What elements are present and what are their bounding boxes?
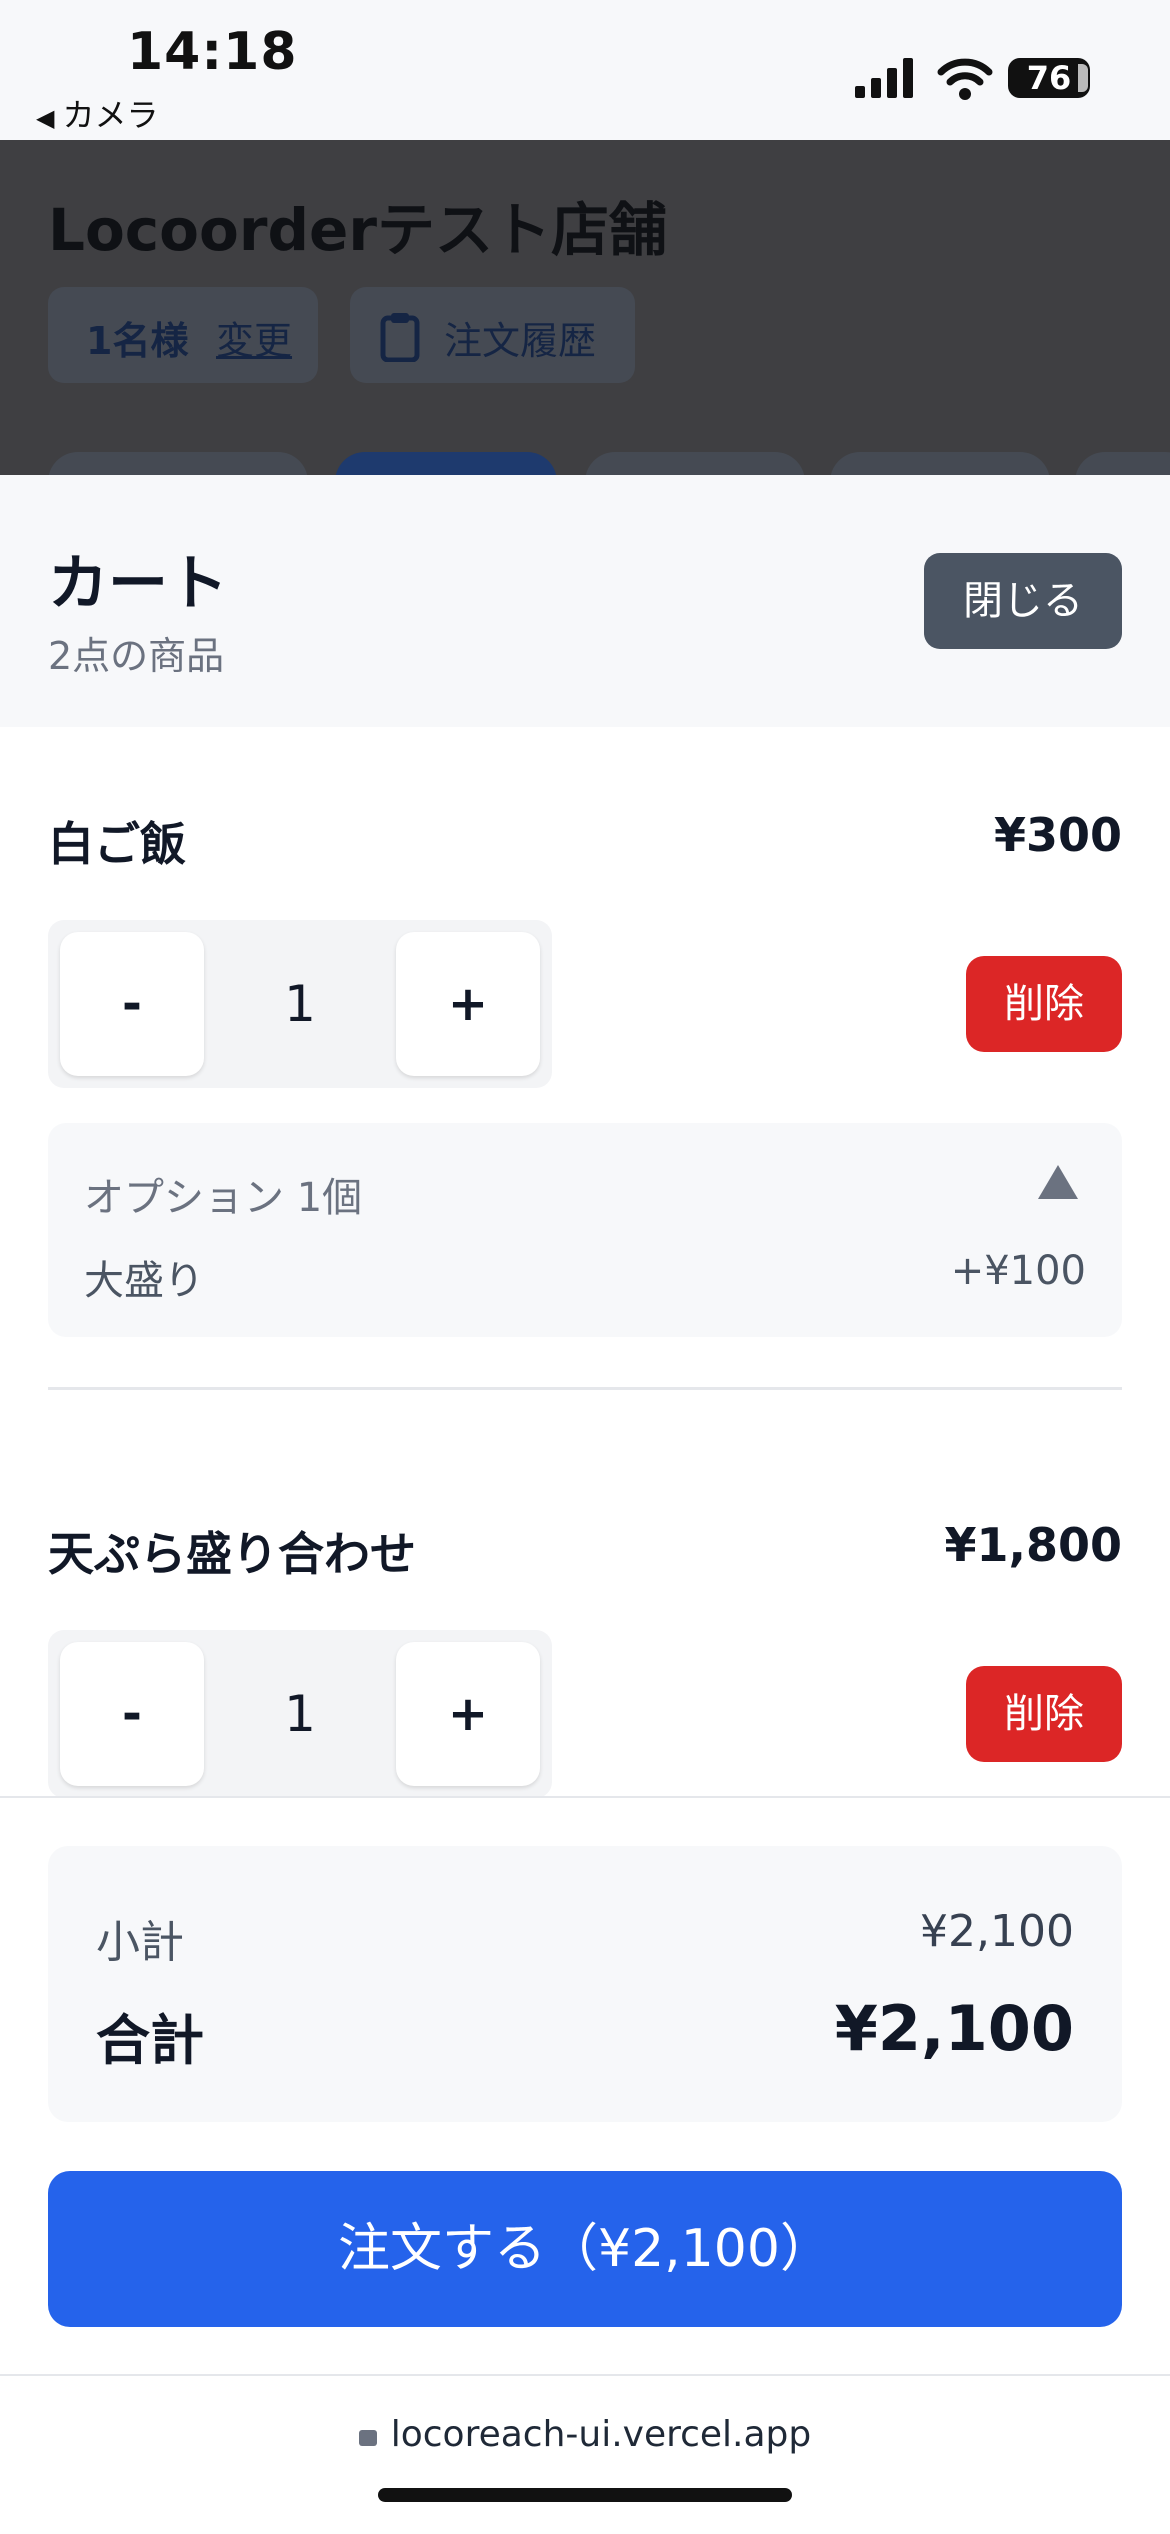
place-order-button[interactable]: 注文する（¥2,100） xyxy=(48,2171,1122,2327)
total-value: ¥2,100 xyxy=(834,1992,1074,2065)
option-price: +¥100 xyxy=(950,1248,1086,1294)
back-label: カメラ xyxy=(62,96,159,134)
subtotal-value: ¥2,100 xyxy=(920,1906,1074,1957)
wifi-icon xyxy=(937,58,993,100)
quantity-stepper: - 1 + xyxy=(48,1630,552,1798)
cart-item-price: ¥300 xyxy=(993,808,1122,862)
delete-button[interactable]: 削除 xyxy=(966,1666,1122,1762)
url-text: locoreach-ui.vercel.app xyxy=(390,2414,812,2455)
battery-cap xyxy=(1078,64,1088,92)
decrement-button[interactable]: - xyxy=(60,1642,204,1786)
category-tab[interactable] xyxy=(1075,452,1170,475)
quantity-value: 1 xyxy=(284,975,316,1033)
increment-button[interactable]: + xyxy=(396,932,540,1076)
category-tab[interactable] xyxy=(585,452,805,475)
category-tab[interactable] xyxy=(830,452,1050,475)
item-divider xyxy=(48,1387,1122,1390)
cart-title: カート xyxy=(48,549,228,619)
cart-item-name: 天ぷら盛り合わせ xyxy=(48,1527,416,1581)
category-tab-active[interactable] xyxy=(335,452,557,475)
close-button[interactable]: 閉じる xyxy=(924,553,1122,649)
lock-icon xyxy=(358,2430,377,2446)
status-time: 14:18 xyxy=(127,22,298,82)
home-indicator[interactable] xyxy=(378,2488,792,2502)
subtotal-label: 小計 xyxy=(96,1917,184,1968)
browser-address-bar[interactable]: locoreach-ui.vercel.app xyxy=(0,2374,1170,2534)
option-name: 大盛り xyxy=(84,1258,204,1304)
options-count-label: オプション 1個 xyxy=(84,1175,363,1221)
background-page-overlay[interactable]: Locoorderテスト店舗 1名様 変更 注文履歴 xyxy=(0,140,1170,475)
url-display[interactable]: locoreach-ui.vercel.app xyxy=(0,2414,1170,2455)
increment-button[interactable]: + xyxy=(396,1642,540,1786)
order-summary: 小計 ¥2,100 合計 ¥2,100 xyxy=(48,1846,1122,2122)
category-tab[interactable] xyxy=(48,452,308,475)
guest-count: 1名様 xyxy=(86,319,189,363)
quantity-stepper: - 1 + xyxy=(48,920,552,1088)
cart-item-count: 2点の商品 xyxy=(48,634,225,678)
change-guest-link[interactable]: 変更 xyxy=(216,310,292,365)
clipboard-icon xyxy=(380,313,420,362)
cart-header: カート 2点の商品 閉じる xyxy=(0,475,1170,727)
order-history-label: 注文履歴 xyxy=(444,319,597,363)
decrement-button[interactable]: - xyxy=(60,932,204,1076)
status-bar: 14:18 ◀ カメラ 76 xyxy=(0,0,1170,140)
back-to-app[interactable]: ◀ カメラ xyxy=(36,90,158,136)
cellular-signal-icon xyxy=(855,58,913,98)
cart-item-name: 白ご飯 xyxy=(48,817,186,871)
store-name: Locoorderテスト店舗 xyxy=(48,196,667,264)
quantity-value: 1 xyxy=(284,1685,316,1743)
total-label: 合計 xyxy=(96,2009,204,2072)
collapse-triangle-icon[interactable] xyxy=(1038,1165,1078,1199)
cart-item-price: ¥1,800 xyxy=(944,1518,1122,1572)
back-triangle-icon: ◀ xyxy=(36,104,55,132)
delete-button[interactable]: 削除 xyxy=(966,956,1122,1052)
options-panel[interactable]: オプション 1個 大盛り +¥100 xyxy=(48,1123,1122,1337)
